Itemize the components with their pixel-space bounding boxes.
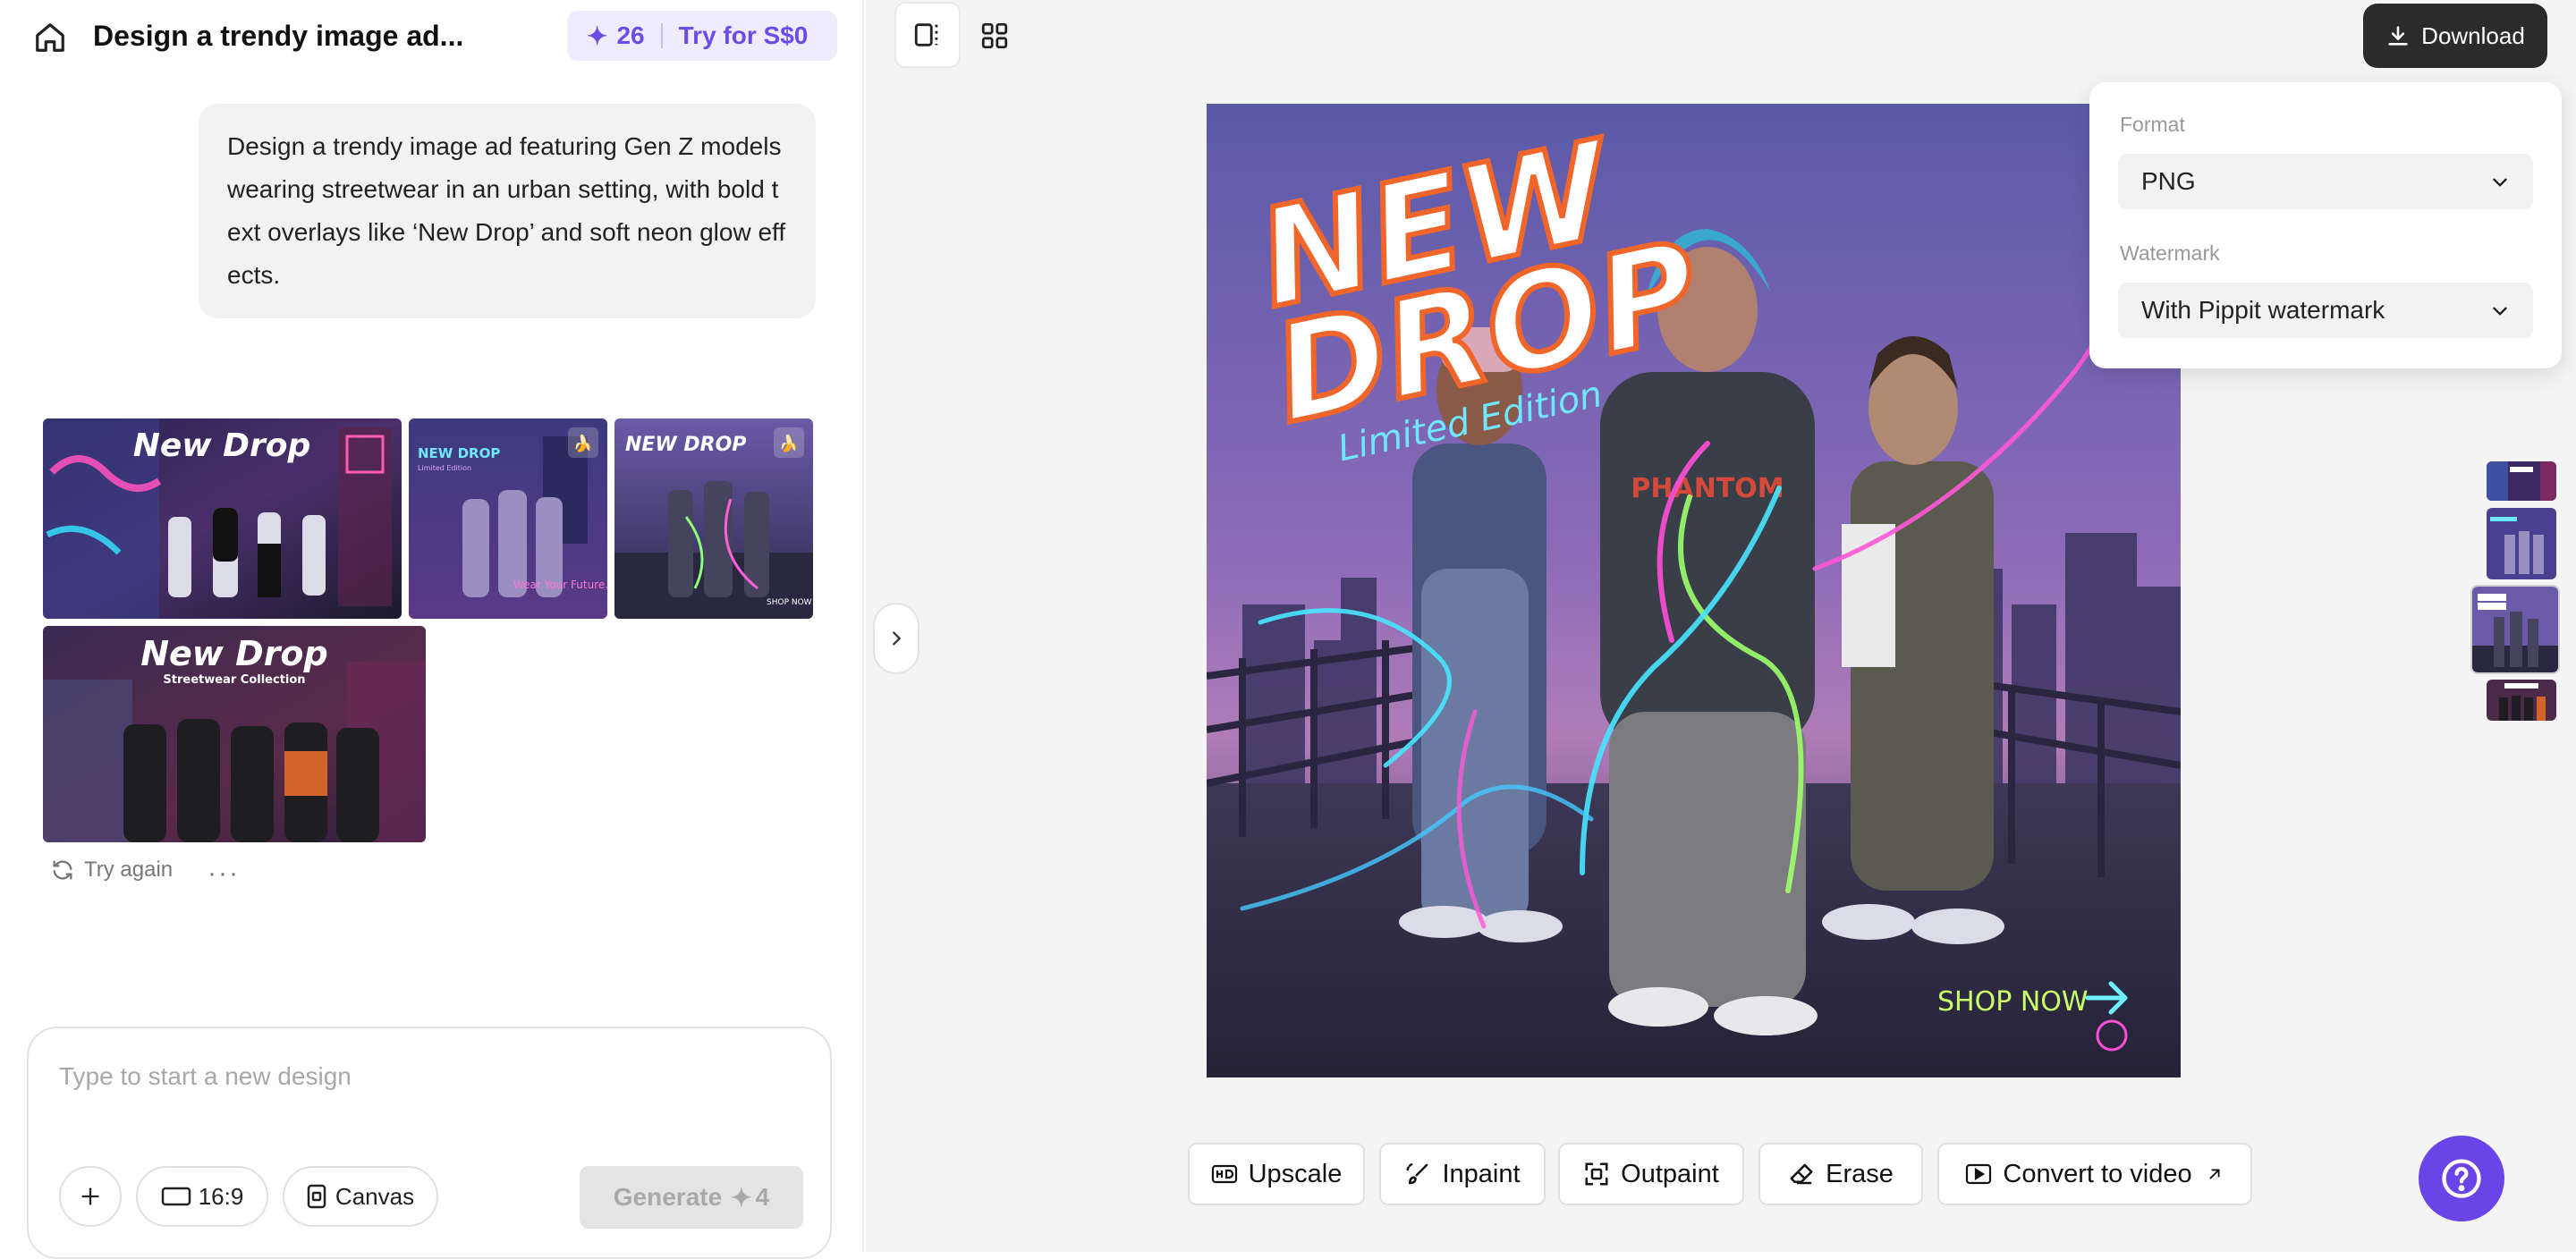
refresh-icon [53,860,72,880]
chevron-down-icon [2493,178,2507,187]
thumbnail-4[interactable] [2487,680,2556,721]
result-image-4[interactable]: New Drop Streetwear Collection [43,626,426,842]
more-options-button[interactable]: ··· [208,858,240,889]
try-again-button[interactable]: Try again [50,855,173,885]
home-button[interactable] [30,18,70,57]
result-image-3-headline: NEW DROP [625,434,746,456]
outpaint-button[interactable]: Outpaint [1558,1143,1744,1205]
banana-icon: 🍌 [573,434,593,452]
eraser-icon [1790,1163,1813,1185]
aspect-ratio-label: 16:9 [198,1182,244,1210]
help-button[interactable] [2419,1136,2504,1221]
upscale-button[interactable]: Upscale [1188,1143,1365,1205]
divider [660,23,663,48]
download-options-menu: Format PNG Watermark With Pippit waterma… [2089,82,2562,368]
thumbnail-2[interactable] [2487,508,2556,579]
preview-cta: SHOP NOW [1937,986,2089,1018]
result-image-1[interactable]: New Drop [43,418,402,619]
help-icon [2442,1159,2481,1198]
aspect-ratio-icon [161,1187,191,1206]
chat-panel: Design a trendy image ad... ✦ 26 Try for… [0,0,864,1259]
grid-icon [981,22,1008,49]
page-title: Design a trendy image ad... [93,20,464,52]
hd-icon [1211,1164,1237,1184]
result-image-4-headline: New Drop [140,634,328,673]
chevron-down-icon [2493,307,2507,316]
generate-label: Generate [613,1183,723,1211]
external-link-icon [2209,1169,2220,1179]
shirt-graphic-text: PHANTOM [1631,473,1784,504]
result-image-4-subtitle: Streetwear Collection [163,673,305,687]
prompt-bubble: Design a trendy image ad featuring Gen Z… [199,104,816,318]
result-image-2-headline: NEW DROP [418,445,500,461]
plus-icon [81,1187,99,1205]
thumbnail-3-selected[interactable] [2470,585,2560,674]
composer: Type to start a new design 16:9 Canvas G… [27,1027,832,1259]
format-value: PNG [2141,167,2196,195]
inpaint-button[interactable]: Inpaint [1379,1143,1546,1205]
upscale-label: Upscale [1248,1159,1343,1188]
prompt-input[interactable]: Type to start a new design [59,1062,352,1091]
outpaint-label: Outpaint [1621,1159,1719,1188]
add-button[interactable] [59,1166,122,1227]
watermark-value: With Pippit watermark [2141,296,2385,324]
try-free-link[interactable]: Try for S$0 [679,21,809,50]
canvas-icon [307,1184,326,1209]
expand-panel-button[interactable] [873,603,919,674]
convert-to-video-button[interactable]: Convert to video [1937,1143,2252,1205]
convert-to-video-label: Convert to video [2003,1159,2192,1188]
grid-view-toggle[interactable] [973,14,1016,57]
credits-count: 26 [616,21,645,49]
aspect-ratio-button[interactable]: 16:9 [136,1166,268,1227]
canvas-label: Canvas [335,1182,415,1210]
result-image-3[interactable]: NEW DROP SHOP NOW 🍌 [614,418,813,619]
erase-label: Erase [1826,1159,1894,1188]
canvas-button[interactable]: Canvas [283,1166,438,1227]
result-image-2[interactable]: NEW DROP Limited Edition Wear Your Futur… [409,418,607,619]
result-image-2-subtitle: Limited Edition [418,464,471,472]
watermark-select[interactable]: With Pippit watermark [2118,283,2533,338]
format-select[interactable]: PNG [2118,154,2533,209]
inpaint-label: Inpaint [1442,1159,1521,1188]
generate-button[interactable]: Generate ✦ 4 [580,1166,803,1229]
sparkle-icon: ✦ [587,21,608,50]
try-again-label: Try again [84,858,174,882]
result-image-2-footer: Wear Your Future. [513,579,607,591]
erase-button[interactable]: Erase [1758,1143,1923,1205]
chevron-right-icon [893,631,902,646]
chat-header: Design a trendy image ad... ✦ 26 Try for… [0,0,864,72]
video-icon [1966,1163,1992,1185]
result-image-1-headline: New Drop [133,427,310,464]
download-label: Download [2421,21,2525,49]
sparkle-icon: ✦ [731,1183,752,1212]
expand-frame-icon [1585,1162,1608,1186]
download-button[interactable]: Download [2363,4,2547,68]
banana-icon: 🍌 [779,434,799,452]
format-label: Format [2120,113,2185,136]
preview-image[interactable]: PHANTOM NEW DROP Limited Edition SHOP NO… [1207,104,2181,1077]
credits-badge[interactable]: ✦ 26 Try for S$0 [567,11,837,61]
thumbnail-1[interactable] [2487,461,2556,501]
download-icon [2388,26,2408,46]
watermark-label: Watermark [2120,241,2220,265]
brush-icon [1406,1162,1428,1185]
result-image-3-footer: SHOP NOW [767,598,812,607]
single-view-toggle[interactable] [894,2,961,68]
home-icon [36,23,64,52]
generate-cost: 4 [755,1183,770,1211]
panel-view-icon [914,23,938,46]
